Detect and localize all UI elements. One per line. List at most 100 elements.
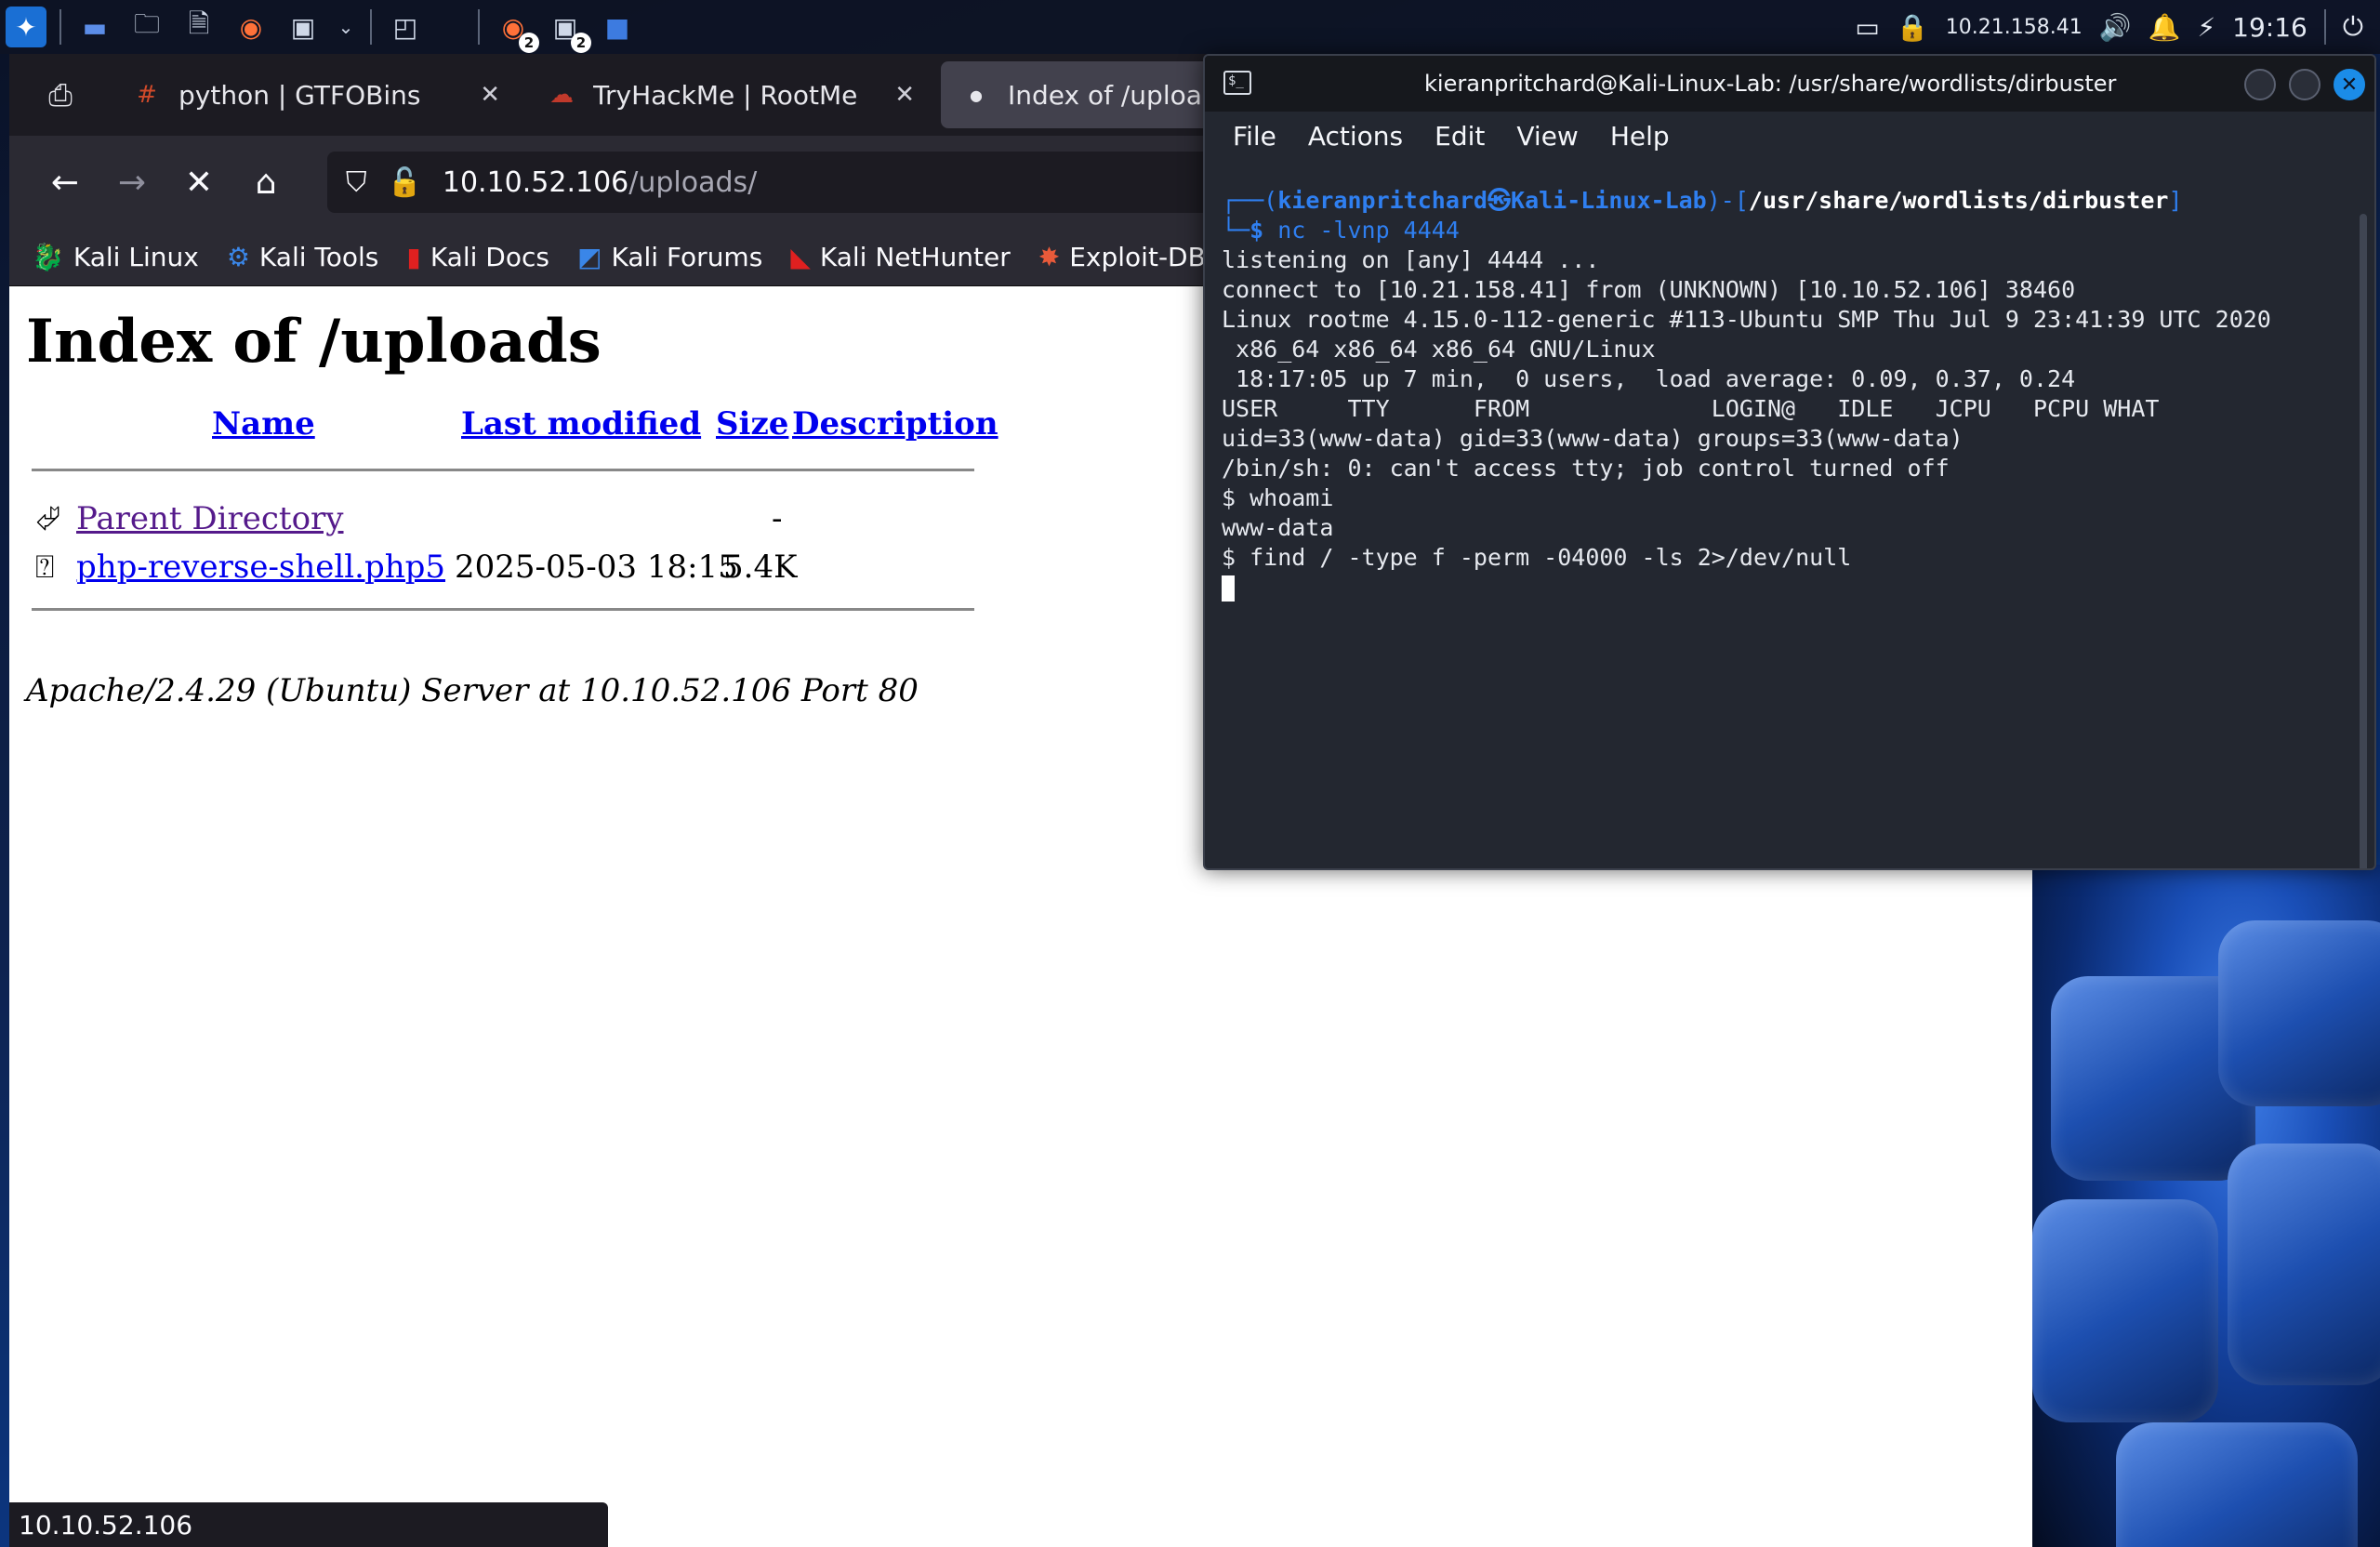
column-header-last-modified[interactable]: Last modified xyxy=(461,405,701,443)
terminal-cursor xyxy=(1222,575,1235,602)
row-modified: 2025-05-03 18:15 xyxy=(455,549,738,586)
bookmark-kali-forums[interactable]: ◩ Kali Forums xyxy=(577,242,762,272)
bookmark-kali-tools[interactable]: ⚙ Kali Tools xyxy=(227,242,379,272)
terminal-menubar: File Actions Edit View Help xyxy=(1205,112,2374,160)
vpn-lock-icon[interactable]: 🔒 xyxy=(1897,12,1929,43)
close-icon[interactable]: ✕ xyxy=(894,81,915,109)
forward-button[interactable]: → xyxy=(99,149,165,216)
tab-title: TryHackMe | RootMe xyxy=(593,79,858,111)
stop-icon: ✕ xyxy=(184,163,214,202)
logout-icon[interactable]: ⏻ xyxy=(2343,11,2363,43)
vpn-ip-address[interactable]: 10.21.158.41 xyxy=(1946,16,2082,39)
tab-gtfobins[interactable]: # python | GTFOBins ✕ xyxy=(112,61,521,128)
menu-view[interactable]: View xyxy=(1516,121,1578,152)
system-tray: ▭ 🔒 10.21.158.41 🔊 🔔 ⚡ 19:16 ⏻ xyxy=(1855,0,2380,54)
menu-help[interactable]: Help xyxy=(1610,121,1670,152)
page-title: Index of /uploads xyxy=(26,307,602,377)
volume-icon[interactable]: 🔊 xyxy=(2099,12,2132,43)
kali-docs-icon: ▮ xyxy=(406,242,421,272)
prompt-frame: └─ xyxy=(1222,217,1250,244)
divider xyxy=(32,469,974,471)
table-row: ⮰ Parent Directory - xyxy=(32,496,989,545)
prompt-host: Kali-Linux-Lab xyxy=(1511,187,1707,214)
bookmark-kali-docs[interactable]: ▮ Kali Docs xyxy=(406,242,549,272)
output-line: x86_64 x86_64 x86_64 GNU/Linux xyxy=(1222,336,1656,363)
kali-forums-icon: ◩ xyxy=(576,242,602,272)
server-signature: Apache/2.4.29 (Ubuntu) Server at 10.10.5… xyxy=(26,672,919,709)
firefox-view-icon[interactable]: ⎙ xyxy=(9,54,112,136)
minimize-button[interactable] xyxy=(2244,69,2276,100)
parent-directory-link[interactable]: Parent Directory xyxy=(76,500,344,537)
power-manager-icon[interactable]: ⚡ xyxy=(2197,12,2215,43)
shield-icon[interactable]: ⛉ xyxy=(346,166,367,199)
menu-actions[interactable]: Actions xyxy=(1308,121,1403,152)
terminal-launcher-icon[interactable]: ▣ xyxy=(283,7,324,47)
back-button[interactable]: ← xyxy=(32,149,99,216)
desktop-wallpaper xyxy=(2032,865,2380,1547)
show-desktop-icon[interactable]: ▬ xyxy=(74,7,115,47)
bookmark-kali-nethunter[interactable]: ◣ Kali NetHunter xyxy=(790,242,1010,272)
close-icon: ✕ xyxy=(2340,73,2359,97)
kali-tools-icon: ⚙ xyxy=(226,242,250,272)
insecure-lock-icon[interactable]: 🔓 xyxy=(388,166,422,199)
file-link-php-reverse-shell[interactable]: php-reverse-shell.php5 xyxy=(76,549,445,586)
arrow-right-icon: → xyxy=(117,163,147,202)
column-header-description[interactable]: Description xyxy=(792,405,998,443)
output-line: connect to [10.21.158.41] from (UNKNOWN)… xyxy=(1222,276,2076,303)
column-header-name[interactable]: Name xyxy=(212,405,315,443)
prompt-user: kieranpritchard xyxy=(1277,187,1488,214)
gtfobins-favicon-icon: # xyxy=(137,81,157,109)
prompt-command: nc -lvnp 4444 xyxy=(1277,217,1460,244)
bookmark-kali-linux[interactable]: 🐉 Kali Linux xyxy=(32,242,199,272)
clock[interactable]: 19:16 xyxy=(2232,12,2307,43)
taskbar-separator xyxy=(2323,9,2326,45)
folder-window-icon[interactable]: ■ xyxy=(597,7,638,47)
tab-tryhackme[interactable]: ☁ TryHackMe | RootMe ✕ xyxy=(526,61,935,128)
terminal-title: kieranpritchard@Kali-Linux-Lab: /usr/sha… xyxy=(1424,71,2117,97)
maximize-button[interactable] xyxy=(2289,69,2320,100)
terminal-window-group-icon[interactable]: ▣ 2 xyxy=(545,7,591,53)
terminal-titlebar[interactable]: $_ kieranpritchard@Kali-Linux-Lab: /usr/… xyxy=(1205,56,2374,112)
menu-edit[interactable]: Edit xyxy=(1435,121,1485,152)
output-line: 18:17:05 up 7 min, 0 users, load average… xyxy=(1222,365,2076,392)
link-status-bar: 10.10.52.106 xyxy=(9,1502,608,1547)
back-folder-icon: ⮰ xyxy=(35,500,61,537)
url-host: 10.10.52.106 xyxy=(442,165,629,199)
home-button[interactable]: ⌂ xyxy=(232,149,299,216)
taskbar-separator xyxy=(370,9,372,45)
exploit-db-icon: ✸ xyxy=(1038,242,1061,272)
notifications-icon[interactable]: 🔔 xyxy=(2149,12,2181,43)
row-size: - xyxy=(772,500,783,537)
terminal-output[interactable]: ┌──(kieranpritchard㉿Kali-Linux-Lab)-[/us… xyxy=(1222,186,2347,859)
output-line: $ whoami xyxy=(1222,484,1334,511)
bookmark-label: Kali Docs xyxy=(430,242,549,272)
text-editor-icon[interactable]: 🗎 xyxy=(178,7,219,47)
output-line: uid=33(www-data) gid=33(www-data) groups… xyxy=(1222,425,1964,452)
output-line: Linux rootme 4.15.0-112-generic #113-Ubu… xyxy=(1222,306,2271,333)
column-header-size[interactable]: Size xyxy=(716,405,788,443)
output-line: USER TTY FROM LOGIN@ IDLE JCPU PCPU WHAT xyxy=(1222,395,2160,422)
arrow-left-icon: ← xyxy=(50,163,80,202)
terminal-scrollbar[interactable] xyxy=(2360,214,2367,868)
close-icon[interactable]: ✕ xyxy=(480,81,500,109)
stop-button[interactable]: ✕ xyxy=(165,149,232,216)
kali-menu-icon[interactable]: ✦ xyxy=(6,7,46,47)
taskbar-separator xyxy=(478,9,480,45)
file-manager-icon[interactable]: 🗀 xyxy=(126,7,167,47)
divider xyxy=(32,608,974,611)
display-icon[interactable]: ▭ xyxy=(1855,12,1879,43)
firefox-icon[interactable]: ◉ xyxy=(231,7,271,47)
firefox-window-group-icon[interactable]: ◉ 2 xyxy=(493,7,539,53)
workspace-switcher-icon[interactable]: ◰ xyxy=(385,7,426,47)
bookmark-exploit-db[interactable]: ✸ Exploit-DB xyxy=(1038,242,1206,272)
kali-nethunter-icon: ◣ xyxy=(790,242,811,272)
menu-file[interactable]: File xyxy=(1233,121,1276,152)
bookmark-label: Exploit-DB xyxy=(1069,242,1206,272)
close-button[interactable]: ✕ xyxy=(2334,69,2365,100)
terminal-window[interactable]: $_ kieranpritchard@Kali-Linux-Lab: /usr/… xyxy=(1203,54,2376,870)
bookmark-label: Kali Tools xyxy=(258,242,379,272)
prompt-at-symbol: ㉿ xyxy=(1488,187,1512,214)
terminal-icon: $_ xyxy=(1223,71,1251,95)
chevron-down-icon[interactable]: ⌄ xyxy=(335,7,357,47)
prompt-dollar: $ xyxy=(1250,217,1278,244)
